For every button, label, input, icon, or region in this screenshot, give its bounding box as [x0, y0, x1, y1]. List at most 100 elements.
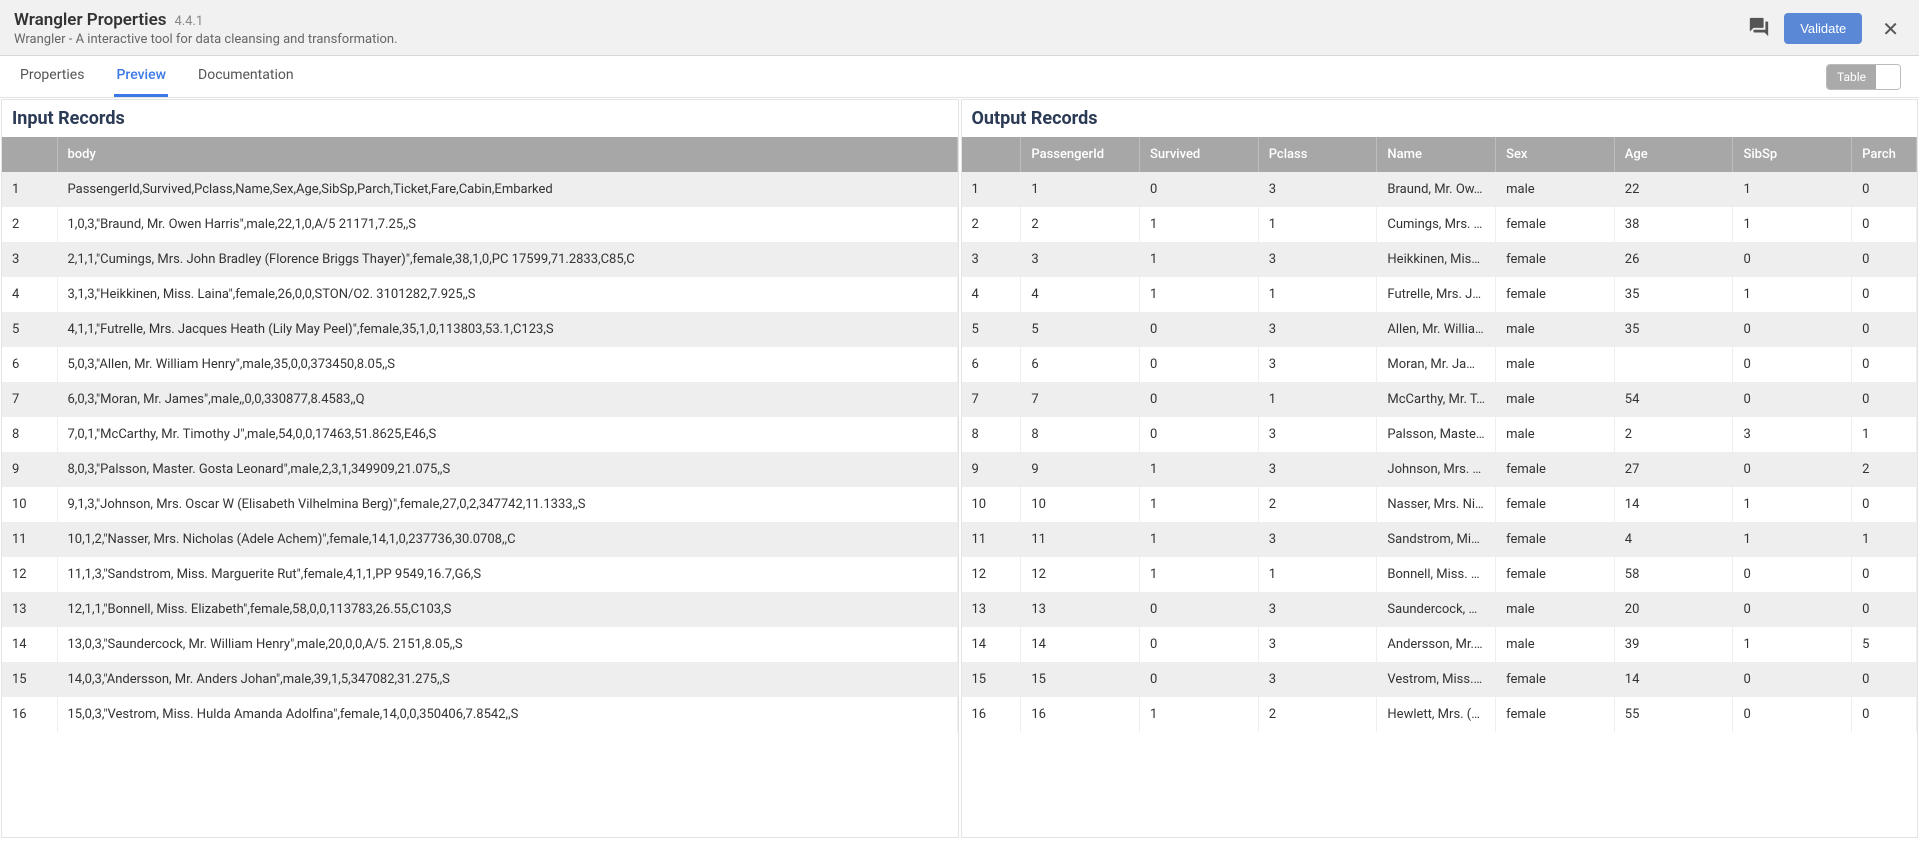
input-col-rownum[interactable]	[2, 137, 57, 172]
table-row[interactable]: 98,0,3,"Palsson, Master. Gosta Leonard",…	[2, 452, 957, 487]
table-row[interactable]: 1211,1,3,"Sandstrom, Miss. Marguerite Ru…	[2, 557, 957, 592]
table-row[interactable]: 2211Cumings, Mrs. …female3810	[962, 207, 1917, 242]
output-col-passengerid[interactable]: PassengerId	[1021, 137, 1140, 172]
table-row[interactable]: 1615,0,3,"Vestrom, Miss. Hulda Amanda Ad…	[2, 697, 957, 732]
output-table-wrap[interactable]: PassengerId Survived Pclass Name Sex Age…	[962, 137, 1918, 837]
output-col-pclass[interactable]: Pclass	[1258, 137, 1377, 172]
cell-survived: 1	[1140, 487, 1259, 522]
row-number: 1	[962, 172, 1021, 207]
cell-passengerid: 3	[1021, 242, 1140, 277]
table-row[interactable]: 151503Vestrom, Miss. …female1400	[962, 662, 1917, 697]
table-row[interactable]: 65,0,3,"Allen, Mr. William Henry",male,3…	[2, 347, 957, 382]
tab-preview[interactable]: Preview	[114, 56, 168, 97]
cell-passengerid: 7	[1021, 382, 1140, 417]
cell-name: Braund, Mr. Ow…	[1377, 172, 1496, 207]
cell-age: 2	[1614, 417, 1733, 452]
row-number: 3	[2, 242, 57, 277]
cell-sibsp: 0	[1733, 312, 1852, 347]
cell-body: 1,0,3,"Braund, Mr. Owen Harris",male,22,…	[57, 207, 957, 242]
cell-sibsp: 0	[1733, 557, 1852, 592]
cell-name: Futrelle, Mrs. J…	[1377, 277, 1496, 312]
table-row[interactable]: 1110,1,2,"Nasser, Mrs. Nicholas (Adele A…	[2, 522, 957, 557]
cell-passengerid: 6	[1021, 347, 1140, 382]
table-row[interactable]: 121211Bonnell, Miss. …female5800	[962, 557, 1917, 592]
table-row[interactable]: 3313Heikkinen, Mis…female2600	[962, 242, 1917, 277]
table-row[interactable]: 43,1,3,"Heikkinen, Miss. Laina",female,2…	[2, 277, 957, 312]
table-row[interactable]: 141403Andersson, Mr. …male3915	[962, 627, 1917, 662]
page-title: Wrangler Properties	[14, 10, 166, 30]
tab-documentation[interactable]: Documentation	[196, 56, 296, 97]
table-row[interactable]: 21,0,3,"Braund, Mr. Owen Harris",male,22…	[2, 207, 957, 242]
cell-sibsp: 3	[1733, 417, 1852, 452]
table-row[interactable]: 6603Moran, Mr. Jam…male00	[962, 347, 1917, 382]
table-row[interactable]: 111113Sandstrom, Mis…female411	[962, 522, 1917, 557]
table-row[interactable]: 87,0,1,"McCarthy, Mr. Timothy J",male,54…	[2, 417, 957, 452]
cell-passengerid: 4	[1021, 277, 1140, 312]
cell-name: Saundercock, …	[1377, 592, 1496, 627]
output-col-sex[interactable]: Sex	[1496, 137, 1615, 172]
table-row[interactable]: 1103Braund, Mr. Ow…male2210	[962, 172, 1917, 207]
output-panel-title: Output Records	[962, 100, 1918, 137]
cell-age: 26	[1614, 242, 1733, 277]
table-row[interactable]: 131303Saundercock, …male2000	[962, 592, 1917, 627]
table-row[interactable]: 9913Johnson, Mrs. …female2702	[962, 452, 1917, 487]
table-row[interactable]: 32,1,1,"Cumings, Mrs. John Bradley (Flor…	[2, 242, 957, 277]
cell-name: Johnson, Mrs. …	[1377, 452, 1496, 487]
view-toggle[interactable]: Table	[1826, 64, 1901, 90]
output-col-age[interactable]: Age	[1614, 137, 1733, 172]
row-number: 8	[962, 417, 1021, 452]
input-panel-title: Input Records	[2, 100, 958, 137]
row-number: 7	[2, 382, 57, 417]
row-number: 9	[2, 452, 57, 487]
cell-body: 13,0,3,"Saundercock, Mr. William Henry",…	[57, 627, 957, 662]
table-row[interactable]: 8803Palsson, Maste…male231	[962, 417, 1917, 452]
output-col-parch[interactable]: Parch	[1852, 137, 1917, 172]
table-row[interactable]: 4411Futrelle, Mrs. J…female3510	[962, 277, 1917, 312]
table-row[interactable]: 101012Nasser, Mrs. Ni…female1410	[962, 487, 1917, 522]
output-col-sibsp[interactable]: SibSp	[1733, 137, 1852, 172]
table-row[interactable]: 54,1,1,"Futrelle, Mrs. Jacques Heath (Li…	[2, 312, 957, 347]
table-row[interactable]: 109,1,3,"Johnson, Mrs. Oscar W (Elisabet…	[2, 487, 957, 522]
table-row[interactable]: 1514,0,3,"Andersson, Mr. Anders Johan",m…	[2, 662, 957, 697]
cell-body: 14,0,3,"Andersson, Mr. Anders Johan",mal…	[57, 662, 957, 697]
close-icon[interactable]: ✕	[1876, 17, 1905, 41]
cell-survived: 1	[1140, 242, 1259, 277]
cell-pclass: 3	[1258, 312, 1377, 347]
table-row[interactable]: 7701McCarthy, Mr. T…male5400	[962, 382, 1917, 417]
table-row[interactable]: 1413,0,3,"Saundercock, Mr. William Henry…	[2, 627, 957, 662]
row-number: 15	[962, 662, 1021, 697]
comment-icon[interactable]	[1748, 16, 1770, 42]
version-label: 4.4.1	[174, 14, 203, 29]
cell-sibsp: 0	[1733, 452, 1852, 487]
table-row[interactable]: 161612Hewlett, Mrs. (…female5500	[962, 697, 1917, 732]
cell-sex: female	[1496, 487, 1615, 522]
cell-parch: 0	[1852, 557, 1917, 592]
output-col-survived[interactable]: Survived	[1140, 137, 1259, 172]
cell-parch: 0	[1852, 487, 1917, 522]
table-row[interactable]: 1PassengerId,Survived,Pclass,Name,Sex,Ag…	[2, 172, 957, 207]
table-row[interactable]: 76,0,3,"Moran, Mr. James",male,,0,0,3308…	[2, 382, 957, 417]
tab-properties[interactable]: Properties	[18, 56, 86, 97]
cell-passengerid: 12	[1021, 557, 1140, 592]
cell-name: Hewlett, Mrs. (…	[1377, 697, 1496, 732]
cell-age: 14	[1614, 662, 1733, 697]
cell-passengerid: 10	[1021, 487, 1140, 522]
cell-pclass: 3	[1258, 627, 1377, 662]
page-subtitle: Wrangler - A interactive tool for data c…	[14, 32, 398, 47]
input-col-body[interactable]: body	[57, 137, 957, 172]
output-col-rownum[interactable]	[962, 137, 1021, 172]
cell-sex: female	[1496, 557, 1615, 592]
table-row[interactable]: 1312,1,1,"Bonnell, Miss. Elizabeth",fema…	[2, 592, 957, 627]
cell-name: Allen, Mr. Willia…	[1377, 312, 1496, 347]
view-toggle-handle[interactable]	[1876, 65, 1900, 89]
cell-sibsp: 1	[1733, 172, 1852, 207]
row-number: 5	[2, 312, 57, 347]
input-table-wrap[interactable]: body 1PassengerId,Survived,Pclass,Name,S…	[2, 137, 958, 837]
cell-pclass: 1	[1258, 557, 1377, 592]
table-row[interactable]: 5503Allen, Mr. Willia…male3500	[962, 312, 1917, 347]
cell-age: 54	[1614, 382, 1733, 417]
validate-button[interactable]: Validate	[1784, 13, 1862, 44]
cell-parch: 0	[1852, 242, 1917, 277]
output-col-name[interactable]: Name	[1377, 137, 1496, 172]
row-number: 6	[962, 347, 1021, 382]
